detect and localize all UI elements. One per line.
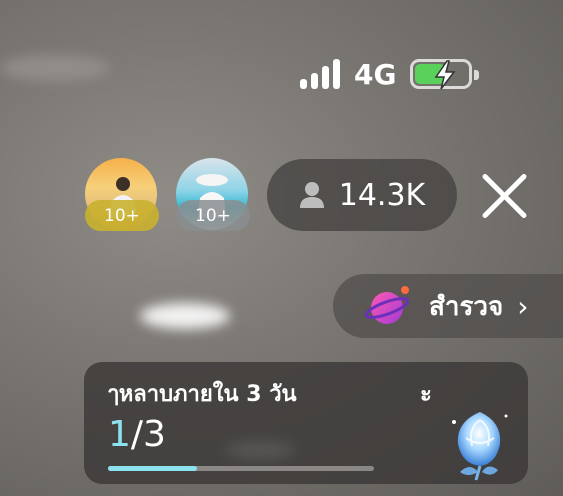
avatar-badge: 10+ [85, 200, 159, 231]
crystal-rose-icon [440, 402, 520, 482]
task-progress-text: 1/3 [108, 414, 166, 455]
task-progress-current: 1 [108, 414, 131, 455]
chevron-right-icon: › [517, 289, 529, 323]
task-progress-bar [108, 466, 374, 471]
signal-icon [300, 59, 340, 89]
task-progress-fill [108, 466, 197, 471]
task-title: ๅหลาบภายใน 3 วัน [108, 382, 297, 407]
person-icon [299, 182, 324, 208]
close-icon[interactable] [478, 170, 530, 222]
battery-charging-icon [410, 59, 480, 90]
task-title-tail: ะ [420, 382, 432, 407]
background-light [0, 55, 110, 81]
task-card[interactable]: ๅหลาบภายใน 3 วัน ะ 1/3 [84, 362, 528, 484]
viewer-count: 14.3K [338, 177, 426, 213]
task-progress-total: /3 [130, 414, 166, 455]
explore-button[interactable]: สำรวจ › [333, 274, 563, 338]
background-light [140, 303, 230, 329]
avatar-badge: 10+ [176, 200, 250, 231]
explore-label: สำรวจ [429, 291, 504, 322]
status-bar: 4G [300, 56, 480, 92]
network-type: 4G [354, 57, 397, 91]
planet-icon [364, 282, 413, 330]
viewer-count-pill[interactable]: 14.3K [267, 159, 457, 231]
